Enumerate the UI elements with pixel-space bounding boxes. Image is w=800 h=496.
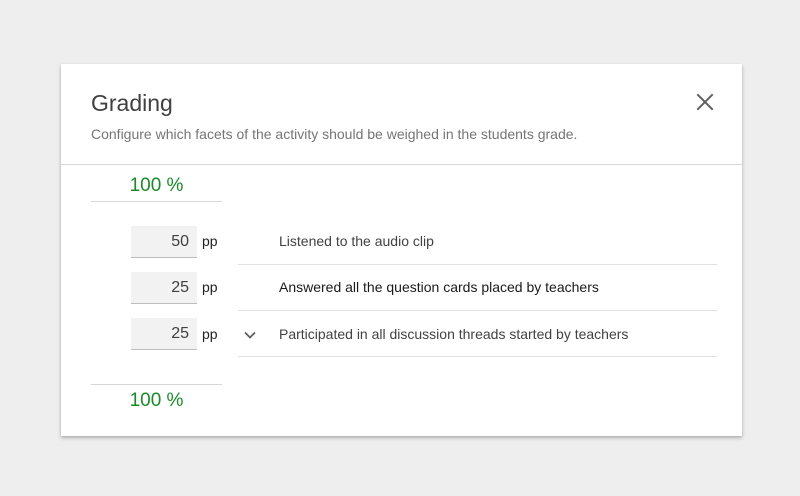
dialog-header: Grading Configure which facets of the ac… [61,64,742,165]
total-percentage-top: 100 % [91,174,222,202]
row-divider [238,310,717,311]
points-unit: pp [202,233,218,249]
criterion-label-discussions: Participated in all discussion threads s… [279,326,629,342]
grading-dialog: Grading Configure which facets of the ac… [61,64,742,436]
points-input-questions[interactable] [131,272,197,304]
criterion-label-questions: Answered all the question cards placed b… [279,279,599,295]
points-input-discussions[interactable] [131,318,197,350]
close-button[interactable] [693,90,717,114]
points-unit: pp [202,326,218,342]
dialog-subtitle: Configure which facets of the activity s… [91,126,578,142]
row-divider [238,264,717,265]
criterion-label-audio: Listened to the audio clip [279,233,434,249]
dialog-title: Grading [91,90,173,116]
expand-button[interactable] [241,326,259,344]
total-percentage-bottom: 100 % [91,384,222,415]
close-icon [696,93,714,111]
points-unit: pp [202,279,218,295]
row-divider [238,356,717,357]
chevron-down-icon [244,331,256,339]
points-input-audio[interactable] [131,226,197,258]
